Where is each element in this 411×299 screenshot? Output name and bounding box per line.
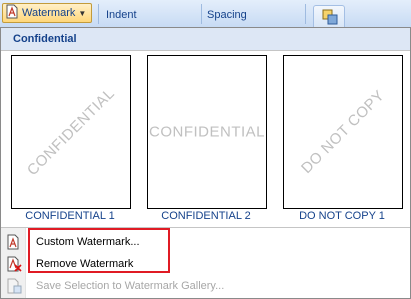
remove-watermark-icon <box>6 256 22 275</box>
ribbon-separator <box>305 4 306 24</box>
gallery-category-header: Confidential <box>1 28 410 51</box>
ribbon-separator <box>201 4 202 24</box>
menu-item-label: Save Selection to Watermark Gallery... <box>36 280 225 292</box>
gallery-item-confidential-2[interactable]: CONFIDENTIAL <box>147 55 267 209</box>
custom-watermark-icon <box>6 234 20 253</box>
gallery-item-caption: DO NOT COPY 1 <box>299 210 385 222</box>
arrange-icon <box>322 9 338 28</box>
gallery-item-caption: CONFIDENTIAL 1 <box>25 210 115 222</box>
watermark-preview-text: DO NOT COPY <box>298 87 388 177</box>
watermark-icon <box>6 4 18 22</box>
gallery-item-caption: CONFIDENTIAL 2 <box>161 210 251 222</box>
watermark-preview-text: CONFIDENTIAL <box>148 123 266 141</box>
menu-divider <box>1 227 410 228</box>
ribbon: Watermark ▼ Indent Spacing <box>0 0 411 28</box>
gallery-item-do-not-copy-1[interactable]: DO NOT COPY <box>283 55 403 209</box>
gallery-category-label: Confidential <box>13 33 77 45</box>
indent-group-label[interactable]: Indent <box>106 9 137 21</box>
custom-watermark-menu-item[interactable]: Custom Watermark... <box>1 231 410 253</box>
watermark-button-label: Watermark <box>22 7 76 19</box>
watermark-gallery: CONFIDENTIAL CONFIDENTIAL 1 CONFIDENTIAL… <box>1 51 410 227</box>
remove-watermark-menu-item[interactable]: Remove Watermark <box>1 253 410 275</box>
save-selection-icon <box>6 278 22 297</box>
menu-item-label: Custom Watermark... <box>36 236 140 248</box>
watermark-button[interactable]: Watermark ▼ <box>2 3 92 23</box>
watermark-dropdown-menu: Confidential CONFIDENTIAL CONFIDENTIAL 1… <box>0 27 411 299</box>
save-selection-menu-item: Save Selection to Watermark Gallery... <box>1 275 410 297</box>
ribbon-separator <box>98 4 99 24</box>
arrange-button[interactable] <box>313 5 345 27</box>
gallery-item-confidential-1[interactable]: CONFIDENTIAL <box>11 55 131 209</box>
menu-item-label: Remove Watermark <box>36 258 134 270</box>
spacing-group-label[interactable]: Spacing <box>207 9 247 21</box>
chevron-down-icon: ▼ <box>78 8 87 18</box>
watermark-preview-text: CONFIDENTIAL <box>23 84 119 180</box>
